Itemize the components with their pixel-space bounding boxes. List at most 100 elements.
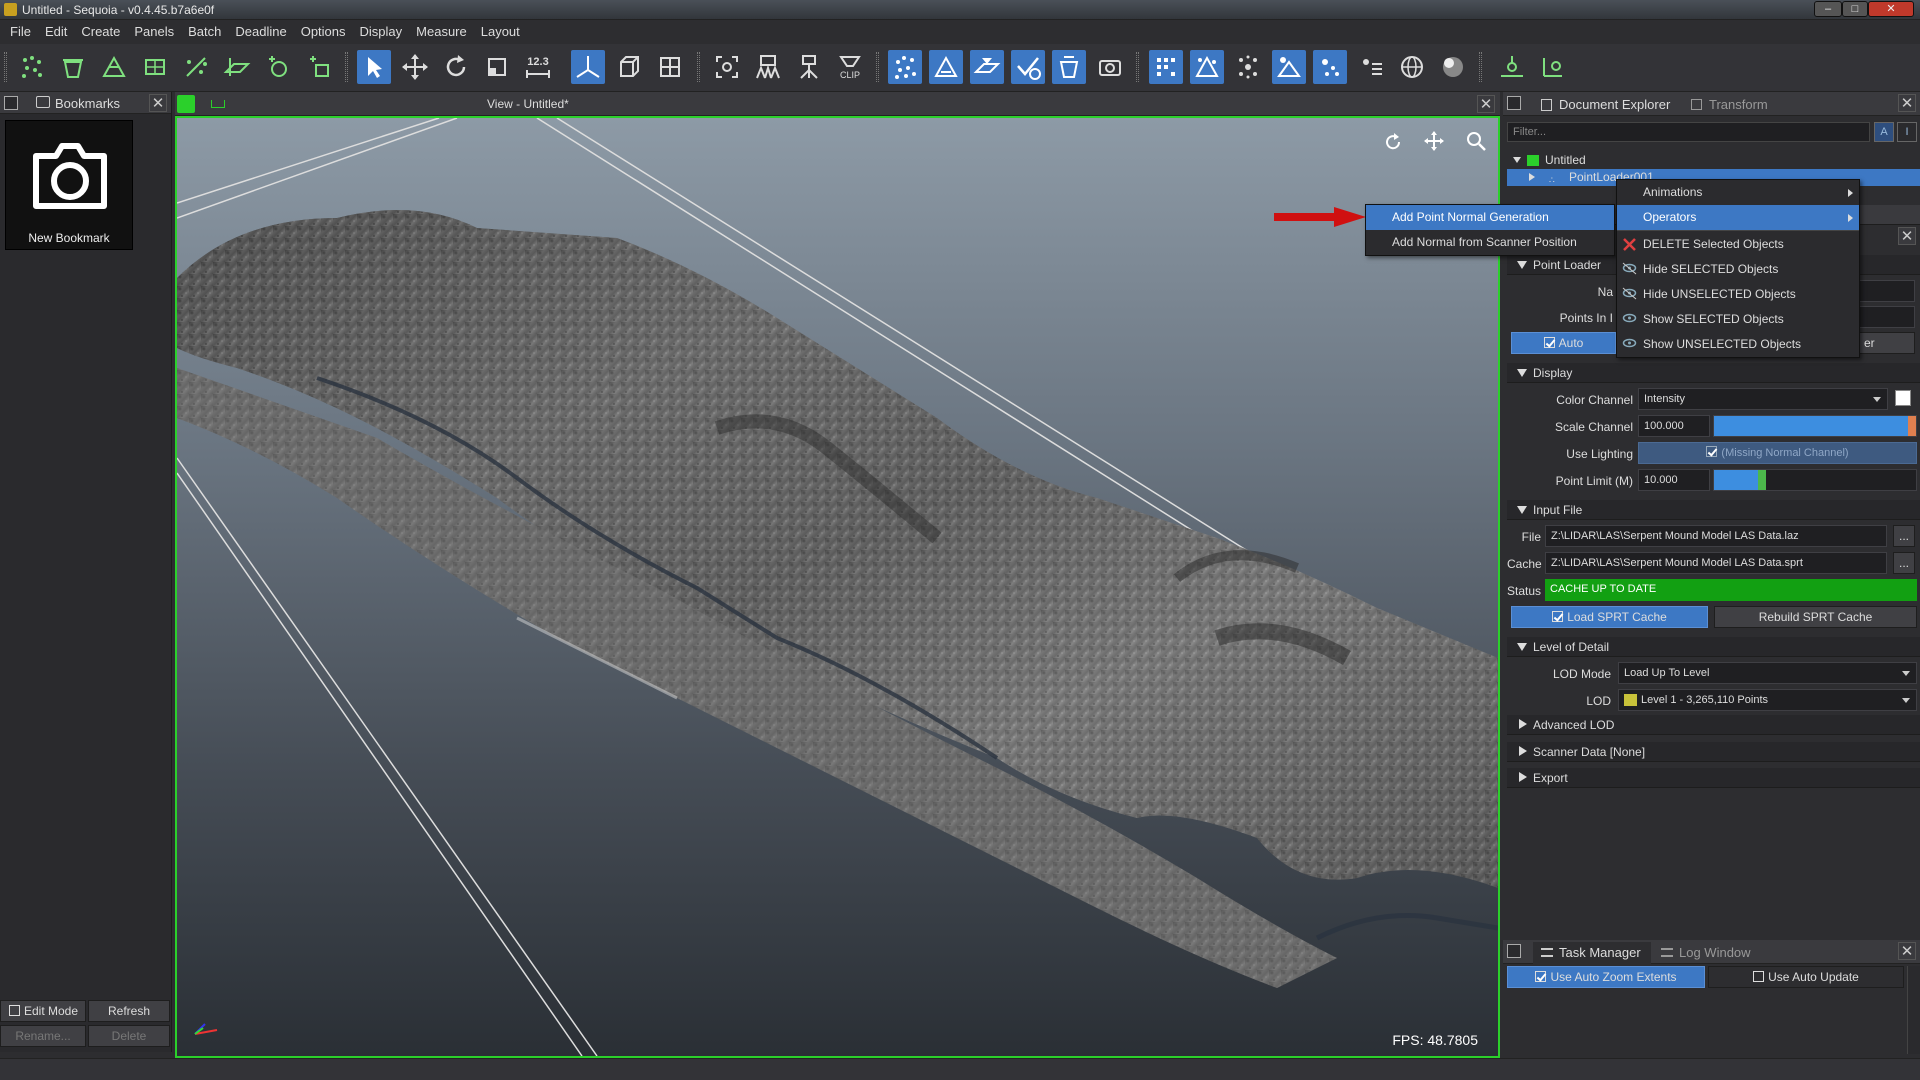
scanner-icon[interactable] bbox=[792, 50, 826, 84]
light-mesh-icon[interactable] bbox=[1272, 50, 1306, 84]
auto-check[interactable] bbox=[1543, 337, 1555, 348]
menu-hide-unselected[interactable]: Hide UNSELECTED Objects bbox=[1617, 282, 1859, 307]
3d-viewport[interactable]: FPS: 48.7805 bbox=[175, 116, 1500, 1058]
tab-document-explorer[interactable]: Document Explorer bbox=[1533, 94, 1680, 116]
section-lod[interactable]: Level of Detail bbox=[1507, 637, 1920, 657]
maximize-button[interactable]: □ bbox=[1842, 1, 1868, 17]
use-lighting-check[interactable] bbox=[1706, 446, 1718, 457]
task-pin-icon[interactable] bbox=[1507, 944, 1521, 958]
edit-mode-check[interactable] bbox=[9, 1005, 20, 1016]
close-explorer-icon[interactable]: ✕ bbox=[1898, 94, 1916, 112]
shaded-sphere-icon[interactable] bbox=[1436, 50, 1470, 84]
auto-zoom-checkbox[interactable]: Use Auto Zoom Extents bbox=[1507, 966, 1705, 988]
grid-icon[interactable] bbox=[653, 50, 687, 84]
name-field[interactable] bbox=[1859, 280, 1915, 302]
point-limit-slider[interactable] bbox=[1713, 469, 1917, 491]
expand-icon[interactable] bbox=[1513, 157, 1521, 163]
mesh-triangle-icon[interactable] bbox=[97, 50, 131, 84]
new-bookmark-tile[interactable]: New Bookmark bbox=[5, 120, 133, 250]
viewport-play-icon[interactable] bbox=[177, 95, 195, 113]
tab-task-manager[interactable]: Task Manager bbox=[1533, 942, 1651, 964]
section-export[interactable]: Export bbox=[1507, 768, 1920, 788]
lod-select[interactable]: Level 1 - 3,265,110 Points bbox=[1618, 689, 1917, 711]
mesh-check-icon[interactable] bbox=[1011, 50, 1045, 84]
points-dense-icon[interactable] bbox=[1149, 50, 1183, 84]
lod-mode-select[interactable]: Load Up To Level bbox=[1618, 662, 1917, 684]
orbit-icon[interactable] bbox=[1383, 132, 1403, 152]
color-channel-select[interactable]: Intensity bbox=[1638, 388, 1888, 410]
mesh-op-icon[interactable] bbox=[929, 50, 963, 84]
clip-icon[interactable]: CLIP bbox=[833, 50, 867, 84]
menu-file[interactable]: File bbox=[3, 20, 38, 44]
section-display[interactable]: Display bbox=[1507, 363, 1920, 383]
menu-options[interactable]: Options bbox=[294, 20, 353, 44]
sparkle-points-icon[interactable] bbox=[1231, 50, 1265, 84]
scale-slider[interactable] bbox=[1713, 415, 1917, 437]
file-path-input[interactable]: Z:\LIDAR\LAS\Serpent Mound Model LAS Dat… bbox=[1545, 525, 1887, 547]
rotate-icon[interactable] bbox=[439, 50, 473, 84]
load-cache-checkbox[interactable]: Load SPRT Cache bbox=[1511, 606, 1708, 628]
axis-icon[interactable] bbox=[571, 50, 605, 84]
move-icon[interactable] bbox=[398, 50, 432, 84]
marker-icon[interactable] bbox=[261, 50, 295, 84]
menu-animations[interactable]: Animations bbox=[1617, 180, 1859, 205]
menu-operators[interactable]: Operators bbox=[1617, 205, 1859, 230]
browse-file-button[interactable]: ... bbox=[1893, 525, 1915, 547]
auto-update-checkbox[interactable]: Use Auto Update bbox=[1708, 966, 1904, 988]
menu-delete-selected[interactable]: DELETE Selected Objects bbox=[1617, 232, 1859, 257]
close-properties-icon[interactable]: ✕ bbox=[1898, 227, 1916, 245]
panel-pin-icon[interactable] bbox=[4, 96, 18, 110]
snapshot-icon[interactable] bbox=[1093, 50, 1127, 84]
filter-a-button[interactable]: A bbox=[1874, 122, 1894, 142]
point-limit-handle[interactable] bbox=[1758, 470, 1766, 490]
auto-zoom-check[interactable] bbox=[1535, 971, 1547, 982]
close-task-icon[interactable]: ✕ bbox=[1898, 942, 1916, 960]
scale-channel-input[interactable]: 100.000 bbox=[1638, 415, 1710, 437]
minimize-button[interactable]: – bbox=[1814, 1, 1842, 17]
section-input-file[interactable]: Input File bbox=[1507, 500, 1920, 520]
light-points-icon[interactable] bbox=[1313, 50, 1347, 84]
cube-icon[interactable] bbox=[612, 50, 646, 84]
light-rays-icon[interactable] bbox=[1354, 50, 1388, 84]
auto-update-check[interactable] bbox=[1753, 971, 1765, 982]
task-scrollbar[interactable] bbox=[1907, 966, 1920, 1054]
menu-show-selected[interactable]: Show SELECTED Objects bbox=[1617, 307, 1859, 332]
menu-add-point-normal[interactable]: Add Point Normal Generation bbox=[1366, 205, 1614, 230]
mesh-loader-icon[interactable] bbox=[138, 50, 172, 84]
filter-input[interactable]: Filter... bbox=[1507, 122, 1870, 142]
plane-icon[interactable] bbox=[220, 50, 254, 84]
collapse-icon[interactable] bbox=[1529, 173, 1535, 181]
point-cloud-icon[interactable] bbox=[15, 50, 49, 84]
section-advanced-lod[interactable]: Advanced LOD bbox=[1507, 715, 1920, 735]
rebuild-cache-button[interactable]: Rebuild SPRT Cache bbox=[1714, 606, 1917, 628]
auto-checkbox[interactable]: Auto bbox=[1511, 332, 1616, 354]
bookmarks-tab[interactable]: Bookmarks bbox=[55, 96, 120, 111]
delete-button[interactable]: Delete bbox=[88, 1025, 170, 1047]
menu-edit[interactable]: Edit bbox=[38, 20, 74, 44]
measure-distance-icon[interactable] bbox=[1536, 50, 1570, 84]
close-viewport-icon[interactable]: ✕ bbox=[1477, 95, 1495, 113]
mesh-plane-icon[interactable] bbox=[970, 50, 1004, 84]
rename-button[interactable]: Rename... bbox=[0, 1025, 86, 1047]
menu-measure[interactable]: Measure bbox=[409, 20, 474, 44]
menu-deadline[interactable]: Deadline bbox=[228, 20, 293, 44]
close-bookmarks-icon[interactable]: ✕ bbox=[149, 94, 167, 112]
tab-log-window[interactable]: Log Window bbox=[1653, 942, 1761, 964]
render-people-icon[interactable] bbox=[751, 50, 785, 84]
menu-hide-selected[interactable]: Hide SELECTED Objects bbox=[1617, 257, 1859, 282]
measure-icon[interactable]: 12.3 bbox=[521, 50, 555, 84]
browse-cache-button[interactable]: ... bbox=[1893, 552, 1915, 574]
cache-path-input[interactable]: Z:\LIDAR\LAS\Serpent Mound Model LAS Dat… bbox=[1545, 552, 1887, 574]
refresh-button[interactable]: Refresh bbox=[88, 1000, 170, 1022]
select-cursor-icon[interactable] bbox=[357, 50, 391, 84]
menu-create[interactable]: Create bbox=[74, 20, 127, 44]
viewport-layout-icon[interactable] bbox=[211, 100, 225, 108]
use-lighting-checkbox[interactable]: (Missing Normal Channel) bbox=[1638, 442, 1917, 464]
section-scanner-data[interactable]: Scanner Data [None] bbox=[1507, 742, 1920, 762]
zoom-icon[interactable] bbox=[1465, 130, 1487, 152]
load-cache-check[interactable] bbox=[1552, 611, 1564, 622]
color-swatch[interactable] bbox=[1895, 390, 1911, 406]
globe-icon[interactable] bbox=[1395, 50, 1429, 84]
scale-slider-handle[interactable] bbox=[1908, 416, 1916, 436]
frame-target-icon[interactable] bbox=[710, 50, 744, 84]
